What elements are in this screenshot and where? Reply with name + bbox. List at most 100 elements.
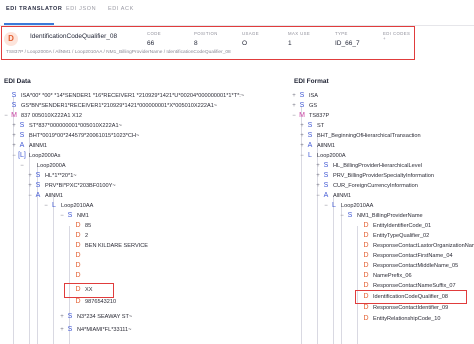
collapse-toggle[interactable]: − <box>10 151 18 161</box>
node-label: BHT_BeginningOfHierarchicalTransaction <box>317 133 421 139</box>
collapse-toggle[interactable]: − <box>58 211 66 221</box>
tab-edi-translator[interactable]: EDI TRANSLATOR <box>6 6 62 12</box>
expand-toggle[interactable]: + <box>58 325 66 335</box>
edi-format-row[interactable]: + S ISA <box>290 91 318 101</box>
expand-toggle[interactable]: + <box>26 171 34 181</box>
expand-toggle[interactable]: + <box>10 141 18 151</box>
code-value: 66 <box>147 40 155 47</box>
position-value: 8 <box>194 40 198 47</box>
edi-format-row[interactable]: D EntityTypeQualifier_02 <box>354 231 429 241</box>
tab-edi-ack[interactable]: EDI ACK <box>108 6 134 12</box>
collapse-toggle[interactable]: − <box>26 191 34 201</box>
loop-icon: [L] <box>18 152 26 159</box>
data-element-icon: D <box>363 242 369 249</box>
edi-format-row[interactable]: D NamePrefix_06 <box>354 271 411 281</box>
node-label: EntityTypeQualifier_02 <box>373 233 430 239</box>
expand-toggle[interactable]: + <box>290 101 298 111</box>
edi-format-row[interactable]: D ResponseContactLastorOrganizationName_0… <box>354 241 474 251</box>
segment-icon: S <box>67 313 73 320</box>
expand-toggle[interactable]: + <box>58 312 66 322</box>
message-icon: M <box>299 112 305 119</box>
edi-format-row[interactable]: + A AllNM1 <box>298 141 335 151</box>
expand-toggle[interactable]: + <box>10 131 18 141</box>
collapse-toggle[interactable]: − <box>42 201 50 211</box>
tab-edi-json[interactable]: EDI JSON <box>66 6 96 12</box>
edi-data-row[interactable]: − L Loop2010AA <box>42 201 93 211</box>
edi-format-row[interactable]: − M TS837P <box>290 111 329 121</box>
node-label: PRV_BillingProviderSpecialtyInformation <box>333 173 434 179</box>
segment-icon: S <box>11 92 17 99</box>
expand-toggle[interactable]: + <box>290 91 298 101</box>
node-label: ISA <box>309 93 319 99</box>
edi-format-row[interactable]: D ResponseContactIdentifier_09 <box>354 303 448 313</box>
expand-toggle[interactable]: + <box>314 161 322 171</box>
expand-toggle[interactable]: + <box>10 121 18 131</box>
edi-format-row[interactable]: − S NM1_BillingProviderName <box>338 211 423 221</box>
all-group-icon: A <box>19 142 25 149</box>
edi-format-row[interactable]: − L Loop2010AA <box>322 201 373 211</box>
expand-toggle[interactable]: + <box>314 181 322 191</box>
data-element-icon: D <box>363 304 369 311</box>
max-use-header: MAX USE <box>288 31 311 36</box>
element-title: IdentificationCodeQualifier_08 <box>30 33 118 40</box>
edi-format-row[interactable]: − L Loop2000A <box>298 151 345 161</box>
node-label: EntityIdentifierCode_01 <box>373 223 432 229</box>
node-label: CUR_ForeignCurrencyInformation <box>333 183 418 189</box>
edi-data-row[interactable]: − M 837 005010X222A1 X12 <box>2 111 82 121</box>
edi-data-row[interactable]: + A AllNM1 <box>10 141 47 151</box>
edi-format-row[interactable]: + S HL_BillingProviderHierarchicalLevel <box>314 161 422 171</box>
edi-format-row[interactable]: + S BHT_BeginningOfHierarchicalTransaction <box>298 131 421 141</box>
edi-data-row[interactable]: D <box>66 261 85 271</box>
edi-data-title: EDI Data <box>4 78 31 85</box>
edi-format-row[interactable]: D ResponseContactMiddleName_05 <box>354 261 458 271</box>
node-label: GS <box>309 103 318 109</box>
edi-format-row[interactable]: − A AllNM1 <box>314 191 351 201</box>
edi-data-row[interactable]: + S N4*MIAMI*FL*33111~ <box>58 325 131 335</box>
edi-format-row[interactable]: + S PRV_BillingProviderSpecialtyInformatio… <box>314 171 434 181</box>
expand-toggle[interactable]: + <box>314 171 322 181</box>
edi-data-row[interactable]: − S NM1 <box>58 211 89 221</box>
node-label: TS837P <box>309 113 330 119</box>
edi-data-row[interactable]: − A AllNM1 <box>26 191 63 201</box>
edi-data-row[interactable]: + S PRV*BI*PXC*203BF0100Y~ <box>26 181 115 191</box>
expand-toggle[interactable]: + <box>298 141 306 151</box>
edi-data-row[interactable]: − [L] Loop2000As <box>10 151 60 161</box>
usage-value: O <box>242 40 248 47</box>
edi-format-row[interactable]: D EntityRelationshipCode_10 <box>354 314 440 324</box>
edi-data-row[interactable]: + S ST*837*000000001*005010X222A1~ <box>10 121 122 131</box>
segment-icon: S <box>67 326 73 333</box>
data-element-icon: D <box>75 262 81 269</box>
edi-format-row[interactable]: + S GS <box>290 101 317 111</box>
edi-data-row[interactable]: + S BHT*0019*00*244579*20061015*1023*CH~ <box>10 131 139 141</box>
collapse-toggle[interactable]: − <box>298 151 306 161</box>
expand-toggle[interactable]: + <box>298 131 306 141</box>
collapse-toggle[interactable]: − <box>18 161 26 171</box>
edi-data-row[interactable]: D 9876543210 <box>66 297 116 307</box>
edi-data-row[interactable]: + S HL*1**20*1~ <box>26 171 76 181</box>
edi-data-row[interactable]: S GS*BN*SENDER1*RECEIVER1*210929*1421*000… <box>2 101 217 111</box>
edi-data-row[interactable]: D <box>66 271 85 281</box>
active-tab-indicator <box>4 23 54 25</box>
edi-format-row[interactable]: + S ST <box>298 121 324 131</box>
expand-toggle[interactable]: + <box>26 181 34 191</box>
edi-data-row[interactable]: − Loop2000A <box>18 161 65 171</box>
edi-codes-button[interactable]: EDI CODES + <box>383 31 414 41</box>
collapse-toggle[interactable]: − <box>314 191 322 201</box>
collapse-toggle[interactable]: − <box>322 201 330 211</box>
edi-data-row[interactable]: + S N3*234 SEAWAY ST~ <box>58 312 132 322</box>
node-label: NM1_BillingProviderName <box>357 213 423 219</box>
edi-data-row[interactable]: D <box>66 251 85 261</box>
edi-data-row[interactable]: D2 <box>66 231 88 241</box>
edi-data-row[interactable]: D BEN KILDARE SERVICE <box>66 241 148 251</box>
collapse-toggle[interactable]: − <box>338 211 346 221</box>
edi-format-row[interactable]: D ResponseContactFirstName_04 <box>354 251 452 261</box>
edi-data-row[interactable]: D 85 <box>66 221 91 231</box>
data-element-icon: D <box>363 232 369 239</box>
edi-data-row[interactable]: S ISA*00* *00* *14*SENDER1 *16*RECEIVER1 … <box>2 91 244 101</box>
edi-format-row[interactable]: D EntityIdentifierCode_01 <box>354 221 431 231</box>
collapse-toggle[interactable]: − <box>2 111 10 121</box>
edi-format-row[interactable]: + S CUR_ForeignCurrencyInformation <box>314 181 418 191</box>
collapse-toggle[interactable]: − <box>290 111 298 121</box>
loop-icon: L <box>52 202 56 209</box>
expand-toggle[interactable]: + <box>298 121 306 131</box>
